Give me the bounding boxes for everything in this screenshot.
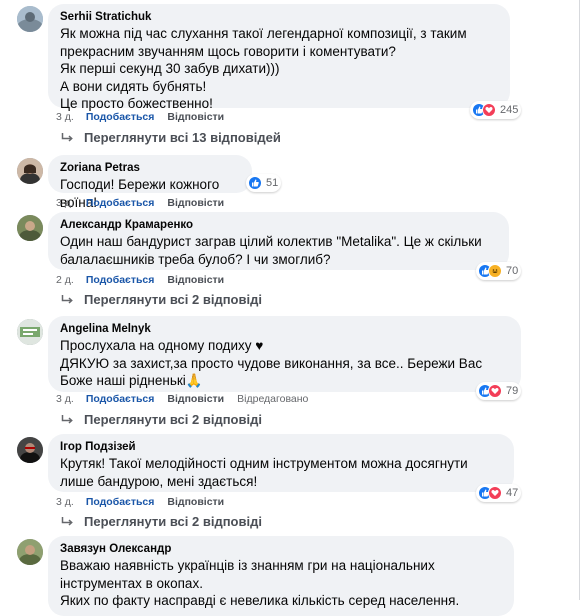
reply-button[interactable]: Відповісти — [167, 496, 224, 508]
avatar[interactable] — [17, 158, 43, 184]
reaction-summary[interactable]: 245 — [470, 101, 522, 119]
comment-text: Крутяк! Такої мелодійності одним інструм… — [60, 456, 468, 489]
comment-actions: 3 д. Подобається Відповісти — [56, 496, 237, 508]
comment-actions: 3 д. Подобається Відповісти — [56, 197, 237, 209]
comment-bubble: Ігор Подзізей Крутяк! Такої мелодійності… — [48, 434, 514, 492]
like-button[interactable]: Подобається — [86, 197, 155, 209]
reaction-count: 79 — [506, 385, 519, 397]
comment-time[interactable]: 3 д. — [56, 111, 74, 123]
comment-text: Прослухала на одному подиху ♥ ДЯКУЮ за з… — [60, 338, 483, 388]
avatar[interactable] — [17, 319, 43, 345]
comment-actions: 3 д. Подобається Відповісти Відредагован… — [56, 393, 308, 405]
reply-button[interactable]: Відповісти — [167, 111, 224, 123]
like-button[interactable]: Подобається — [86, 111, 155, 123]
reply-button[interactable]: Відповісти — [167, 274, 224, 286]
comment-bubble: Angelina Melnyk Прослухала на одному под… — [48, 316, 521, 392]
reaction-summary[interactable]: 79 — [476, 382, 522, 400]
reply-arrow-icon — [61, 294, 73, 304]
comment-author[interactable]: Ігор Подзізей — [60, 440, 502, 455]
comment-text: Один наш бандурист заграв цілий колектив… — [60, 234, 482, 267]
view-replies-label: Переглянути всі 13 відповідей — [84, 130, 281, 145]
love-icon — [482, 103, 496, 117]
reaction-summary[interactable]: 70 — [476, 262, 522, 280]
reply-button[interactable]: Відповісти — [167, 393, 224, 405]
like-button[interactable]: Подобається — [86, 274, 155, 286]
comment-bubble: Serhii Stratichuk Як можна під час слуха… — [48, 4, 510, 111]
view-replies-label: Переглянути всі 2 відповіді — [84, 292, 262, 307]
reply-arrow-icon — [61, 516, 73, 526]
love-icon — [488, 486, 502, 500]
comment-author[interactable]: Александр Крамаренко — [60, 218, 497, 233]
comment-author[interactable]: Завязун Олександр — [60, 542, 502, 557]
reaction-summary[interactable]: 47 — [476, 484, 522, 502]
like-icon — [248, 176, 262, 190]
reply-button[interactable]: Відповісти — [167, 197, 224, 209]
comment-bubble: Завязун Олександр Вважаю наявність украї… — [48, 536, 514, 616]
comment-author[interactable]: Zoriana Petras — [60, 161, 240, 176]
comment-text: Як можна під час слухання такої легендар… — [60, 26, 467, 111]
reaction-count: 51 — [266, 177, 279, 189]
view-replies-label: Переглянути всі 2 відповіді — [84, 412, 262, 427]
comment-author[interactable]: Serhii Stratichuk — [60, 10, 498, 25]
love-icon — [488, 384, 502, 398]
reaction-count: 245 — [500, 104, 519, 116]
reaction-count: 70 — [506, 265, 519, 277]
reaction-count: 47 — [506, 487, 519, 499]
haha-icon — [488, 264, 502, 278]
comment-actions: 2 д. Подобається Відповісти — [56, 274, 237, 286]
reaction-summary[interactable]: 51 — [246, 174, 282, 192]
avatar[interactable] — [17, 539, 43, 565]
like-button[interactable]: Подобається — [86, 393, 155, 405]
comment-time[interactable]: 3 д. — [56, 393, 74, 405]
view-replies-link[interactable]: Переглянути всі 13 відповідей — [61, 130, 281, 145]
comment-bubble: Александр Крамаренко Один наш бандурист … — [48, 212, 509, 270]
comment-author[interactable]: Angelina Melnyk — [60, 322, 509, 337]
reply-arrow-icon — [61, 132, 73, 142]
comment-time[interactable]: 3 д. — [56, 496, 74, 508]
view-replies-label: Переглянути всі 2 відповіді — [84, 514, 262, 529]
view-replies-link[interactable]: Переглянути всі 2 відповіді — [61, 412, 262, 427]
edited-label: Відредаговано — [237, 393, 309, 405]
reply-arrow-icon — [61, 414, 73, 424]
view-replies-link[interactable]: Переглянути всі 2 відповіді — [61, 514, 262, 529]
avatar[interactable] — [17, 215, 43, 241]
like-button[interactable]: Подобається — [86, 496, 155, 508]
comment-actions: 3 д. Подобається Відповісти — [56, 111, 237, 123]
comment-text: Вважаю наявність українців із знанням гр… — [60, 558, 460, 608]
avatar[interactable] — [17, 437, 43, 463]
comment-time[interactable]: 3 д. — [56, 197, 74, 209]
comment-bubble: Zoriana Petras Господи! Бережи кожного в… — [48, 155, 252, 210]
avatar[interactable] — [17, 6, 43, 32]
view-replies-link[interactable]: Переглянути всі 2 відповіді — [61, 292, 262, 307]
comment-time[interactable]: 2 д. — [56, 274, 74, 286]
